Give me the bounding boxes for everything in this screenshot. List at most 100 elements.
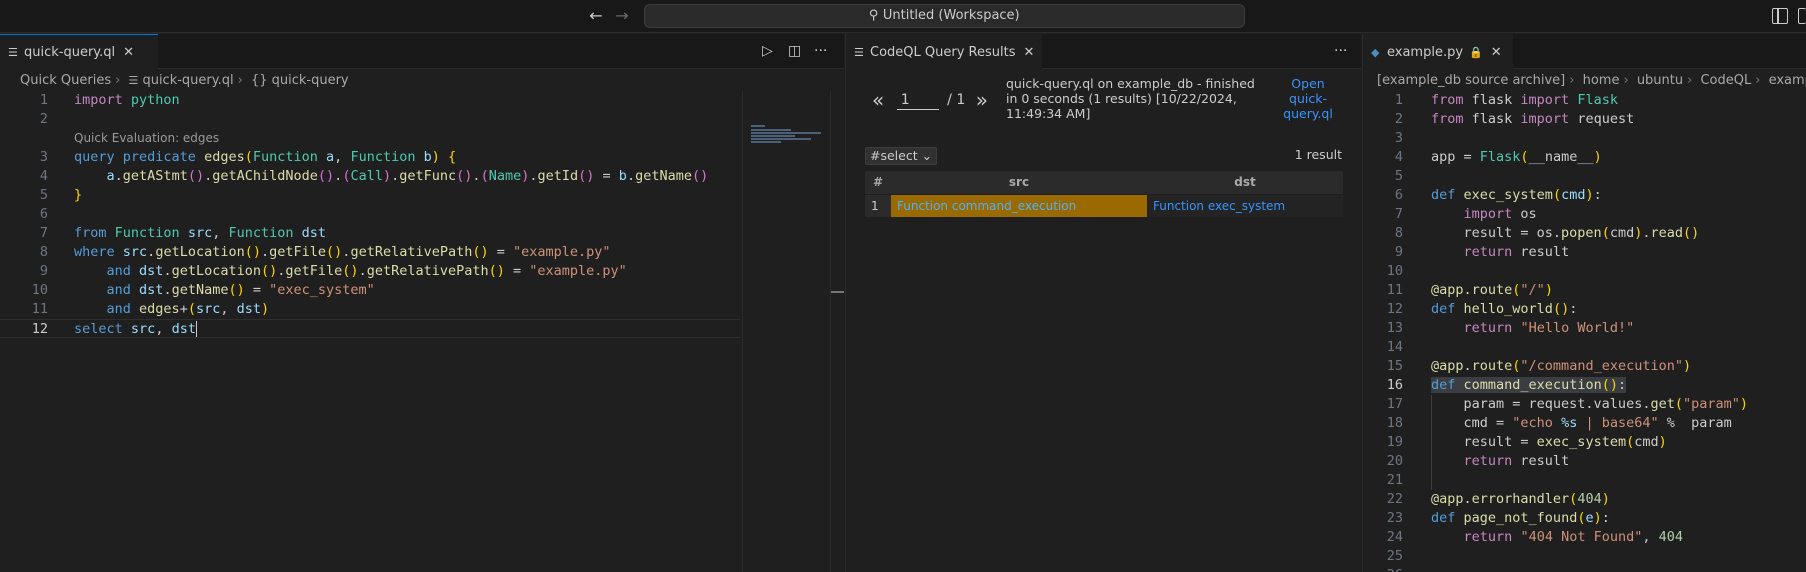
- code-text: @app.errorhandler(404): [1431, 491, 1610, 507]
- code-text: app = Flask(__name__): [1431, 149, 1602, 165]
- code-line: 2: [0, 110, 740, 129]
- row-index: 1: [865, 193, 891, 217]
- column-header[interactable]: #: [865, 171, 891, 194]
- result-link-dst[interactable]: Function exec_system: [1147, 193, 1343, 217]
- code-text: from flask import Flask: [1431, 92, 1618, 108]
- result-set-select[interactable]: #select ⌄: [865, 147, 938, 165]
- line-number: 10: [1386, 263, 1403, 279]
- vertical-scrollbar[interactable]: [830, 91, 844, 572]
- breadcrumb-item[interactable]: [example_db source archive]: [1377, 73, 1565, 88]
- open-query-link[interactable]: Open quick-query.ql: [1280, 76, 1336, 121]
- breadcrumb-item[interactable]: quick-query.ql: [142, 73, 233, 88]
- last-page-button[interactable]: »: [976, 88, 988, 112]
- line-number: 8: [1394, 225, 1403, 241]
- breadcrumb-item[interactable]: Quick Queries: [20, 73, 111, 88]
- code-text: a.getAStmt().getAChildNode().(Call).getF…: [106, 168, 709, 184]
- result-status-message: quick-query.ql on example_db - finished …: [1006, 76, 1255, 121]
- column-header[interactable]: dst: [1147, 171, 1343, 194]
- arrow-left-icon[interactable]: ←: [586, 6, 606, 26]
- tab-example-py[interactable]: ◆ example.py 🔒 ✕: [1363, 34, 1513, 69]
- more-actions-icon[interactable]: ···: [814, 34, 827, 69]
- breadcrumb-item[interactable]: examp: [1769, 73, 1806, 88]
- breadcrumb-item[interactable]: {} quick-query: [251, 73, 349, 88]
- line-number: 10: [31, 282, 48, 298]
- breadcrumb-item[interactable]: ubuntu: [1637, 73, 1683, 88]
- code-line: 2 from flask import request: [1363, 110, 1806, 129]
- minimap[interactable]: [742, 91, 832, 572]
- code-text: def page_not_found(e):: [1431, 510, 1610, 526]
- editor-tabbar: ◆ example.py 🔒 ✕: [1363, 34, 1806, 69]
- line-number: 12: [31, 321, 48, 337]
- chevron-right-icon: ›: [1687, 73, 1693, 88]
- workspace-title: Untitled (Workspace): [882, 8, 1020, 23]
- toggle-sidebar-icon[interactable]: [1772, 8, 1788, 24]
- results-tabbar: ☰ CodeQL Query Results ✕ ···: [846, 34, 1361, 69]
- chevron-right-icon: ›: [1569, 73, 1575, 88]
- code-line: 8 result = os.popen(cmd).read(): [1363, 224, 1806, 243]
- code-text: }: [74, 187, 83, 203]
- split-editor-icon[interactable]: ◫: [788, 34, 801, 69]
- query-editor-panel: ☰ quick-query.ql ✕ ▷ ◫ ··· Quick Queries › …: [0, 34, 844, 572]
- arrow-right-icon[interactable]: →: [612, 6, 632, 26]
- line-number: 8: [39, 244, 48, 260]
- file-lines-icon: ☰: [854, 46, 864, 59]
- tab-label: example.py: [1387, 45, 1464, 60]
- line-number: 5: [1394, 168, 1403, 184]
- column-header[interactable]: src: [891, 171, 1147, 194]
- code-line: 12 def hello_world():: [1363, 300, 1806, 319]
- code-line: 25: [1363, 547, 1806, 566]
- code-text: @app.route("/command_execution"): [1431, 358, 1692, 374]
- code-text: select src, dst: [74, 321, 197, 337]
- command-center-search[interactable]: ⚲ Untitled (Workspace): [644, 4, 1245, 28]
- close-icon[interactable]: ✕: [123, 35, 134, 70]
- code-area[interactable]: 1 from flask import Flask 2 from flask imp…: [1363, 91, 1806, 572]
- line-number: 16: [1386, 377, 1403, 393]
- line-number: 6: [39, 206, 48, 222]
- tab-codeql-results[interactable]: ☰ CodeQL Query Results ✕: [846, 34, 1042, 69]
- code-line: 14: [1363, 338, 1806, 357]
- result-link-src[interactable]: Function command_execution: [891, 193, 1147, 217]
- breadcrumb-item[interactable]: CodeQL: [1700, 73, 1751, 88]
- line-number: 15: [1386, 358, 1403, 374]
- first-page-button[interactable]: «: [872, 88, 884, 112]
- code-line-current: 12 select src, dst: [0, 319, 740, 338]
- code-line: 8 where src.getLocation().getFile().getRe…: [0, 243, 740, 262]
- tab-quick-query[interactable]: ☰ quick-query.ql ✕: [0, 34, 158, 69]
- chevron-right-icon: ›: [115, 73, 121, 88]
- close-icon[interactable]: ✕: [1023, 35, 1034, 70]
- run-icon[interactable]: ▷: [762, 34, 773, 69]
- code-text: cmd = "echo %s | base64" % param: [1431, 415, 1732, 431]
- line-number: 11: [31, 301, 48, 317]
- chevron-right-icon: ›: [1755, 73, 1761, 88]
- line-number: 12: [1386, 301, 1403, 317]
- code-line: 3: [1363, 129, 1806, 148]
- close-icon[interactable]: ✕: [1491, 35, 1502, 70]
- code-line: 22 @app.errorhandler(404): [1363, 490, 1806, 509]
- line-number: 3: [1394, 130, 1403, 146]
- line-number: 26: [1363, 566, 1403, 572]
- code-text: and dst.getLocation().getFile().getRelat…: [106, 263, 627, 279]
- toggle-panel-icon[interactable]: [1798, 8, 1806, 24]
- breadcrumb: Quick Queries › ☰ quick-query.ql › {} quic…: [20, 70, 349, 92]
- more-actions-icon[interactable]: ···: [1334, 34, 1347, 69]
- page-number-input[interactable]: 1: [896, 90, 939, 110]
- line-number: 20: [1386, 453, 1403, 469]
- code-line: 11 and edges+(src, dst): [0, 300, 740, 319]
- line-number: 17: [1386, 396, 1403, 412]
- code-line: 23 def page_not_found(e):: [1363, 509, 1806, 528]
- code-line: 18 cmd = "echo %s | base64" % param: [1363, 414, 1806, 433]
- code-line: 4 a.getAStmt().getAChildNode().(Call).ge…: [0, 167, 740, 186]
- search-icon: ⚲: [869, 8, 879, 23]
- code-line: 15 @app.route("/command_execution"): [1363, 357, 1806, 376]
- code-line: 1 from flask import Flask: [1363, 91, 1806, 110]
- chevron-down-icon: ⌄: [921, 148, 933, 163]
- line-number: 1: [1394, 92, 1403, 108]
- code-line: 5: [1363, 167, 1806, 186]
- codelens-quick-evaluation[interactable]: Quick Evaluation: edges: [0, 129, 740, 148]
- query-results-panel: ☰ CodeQL Query Results ✕ ··· « 1 / 1 » qui…: [845, 34, 1361, 572]
- code-text: def hello_world():: [1431, 301, 1578, 317]
- breadcrumb-item[interactable]: home: [1583, 73, 1620, 88]
- title-bar: ← → ⚲ Untitled (Workspace): [0, 0, 1806, 33]
- code-area[interactable]: 1 import python 2 Quick Evaluation: edges…: [0, 91, 740, 338]
- line-number: 25: [1386, 548, 1403, 564]
